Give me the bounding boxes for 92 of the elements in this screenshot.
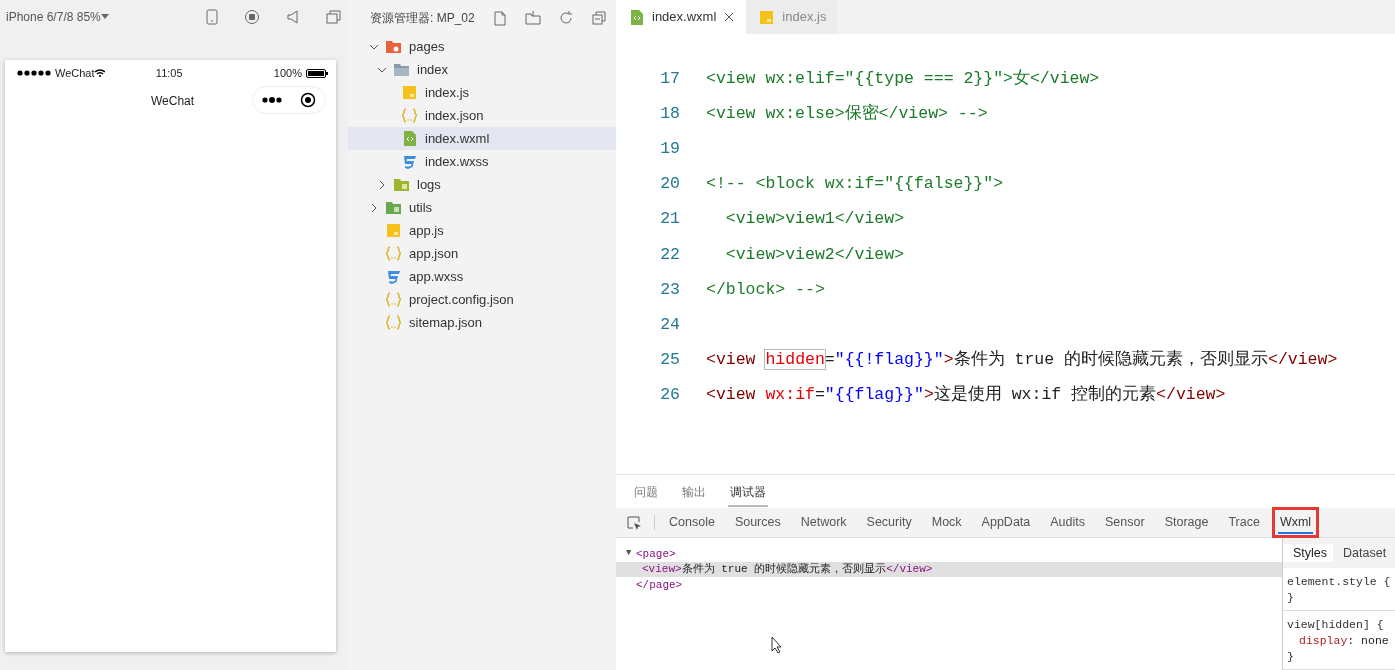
close-icon[interactable] xyxy=(724,12,735,23)
devtools-tab[interactable]: Wxml xyxy=(1272,508,1319,537)
nav-title: WeChat xyxy=(151,93,195,110)
more-icon[interactable] xyxy=(262,97,282,103)
panel-tab[interactable]: 问题 xyxy=(632,476,660,507)
code-line: <view wx:elif="{{type === 2}}">女</view> xyxy=(706,67,1100,90)
js-file-icon xyxy=(758,8,776,26)
signal-icon xyxy=(17,70,51,76)
close-target-icon[interactable] xyxy=(300,92,316,108)
folder-icon xyxy=(393,61,410,78)
css-rule: element.style { } xyxy=(1283,568,1395,611)
carrier-name: WeChat xyxy=(55,65,95,81)
new-file-icon[interactable] xyxy=(491,9,508,26)
tree-item[interactable]: index.wxss xyxy=(348,150,616,173)
tree-item[interactable]: app.js xyxy=(348,219,616,242)
chevron-right-icon[interactable] xyxy=(369,202,379,213)
mouse-cursor-icon xyxy=(771,636,783,654)
line-number: 24 xyxy=(659,313,680,336)
json-file-icon xyxy=(385,314,402,331)
devtools-tab[interactable]: Sources xyxy=(727,508,788,537)
panel-tab[interactable]: 输出 xyxy=(680,476,708,507)
json-file-icon xyxy=(385,245,402,262)
line-number: 17 xyxy=(659,67,680,90)
tree-item[interactable]: pages xyxy=(348,35,616,58)
tree-item[interactable]: app.wxss xyxy=(348,265,616,288)
js-file-icon xyxy=(401,84,418,101)
wxml-file-icon xyxy=(401,130,418,147)
tree-item[interactable]: index xyxy=(348,58,616,81)
line-number: 25 xyxy=(659,349,680,372)
panel-tab[interactable]: 调试器 xyxy=(728,476,768,507)
code-line: <view hidden="{{!flag}}">条件为 true 的时候隐藏元素，否则显示</view> xyxy=(706,349,1338,372)
css-file-icon xyxy=(401,153,418,170)
windows-icon[interactable] xyxy=(326,9,342,24)
code-line: <view wx:else>保密</view> --> xyxy=(706,102,988,125)
tree-item[interactable]: index.json xyxy=(348,104,616,127)
folder-icon xyxy=(385,38,402,55)
editor-tab[interactable]: index.wxml xyxy=(616,0,747,35)
css-rule: view[hidden] { display: none } xyxy=(1283,611,1395,670)
element-tree-row[interactable]: ▼ <page> xyxy=(616,546,1282,562)
json-file-icon xyxy=(401,107,418,124)
device-selector[interactable]: iPhone 6/7/8 85% xyxy=(6,7,101,26)
line-number: 18 xyxy=(659,102,680,125)
devtools-tab[interactable]: Console xyxy=(662,508,722,537)
code-line: <view>view1</view> xyxy=(724,208,905,231)
wifi-icon xyxy=(94,69,105,77)
code-line: <view>view2</view> xyxy=(724,243,905,266)
devtools-tab[interactable]: Network xyxy=(793,508,854,537)
tree-item[interactable]: index.wxml xyxy=(348,127,616,150)
tree-item[interactable]: sitemap.json xyxy=(348,311,616,334)
element-tree-row[interactable]: </page> xyxy=(616,577,1282,593)
dropdown-caret-icon[interactable] xyxy=(100,13,109,20)
folder-icon xyxy=(393,176,410,193)
inspect-icon[interactable] xyxy=(626,515,642,531)
line-number: 22 xyxy=(659,243,680,266)
code-line: <view wx:if="{{flag}}">这是使用 wx:if 控制的元素</view> xyxy=(706,384,1226,407)
line-number: 19 xyxy=(659,138,680,160)
code-line: <!-- <block wx:if="{{false}}"> xyxy=(706,173,1004,196)
js-file-icon xyxy=(385,222,402,239)
tree-item[interactable]: app.json xyxy=(348,242,616,265)
tree-item[interactable]: logs xyxy=(348,173,616,196)
line-number: 26 xyxy=(659,384,680,407)
status-time: 11:05 xyxy=(155,65,184,81)
collapse-all-icon[interactable] xyxy=(590,9,607,26)
new-folder-icon[interactable] xyxy=(524,9,541,26)
record-icon[interactable] xyxy=(244,8,260,25)
json-file-icon xyxy=(385,291,402,308)
line-number: 20 xyxy=(659,173,680,196)
element-tree-row[interactable]: <view>条件为 true 的时候隐藏元素，否则显示</view> xyxy=(616,561,1282,577)
tree-item[interactable]: index.js xyxy=(348,81,616,104)
explorer-title: 资源管理器: MP_02 xyxy=(370,9,475,27)
devtools-tab[interactable]: AppData xyxy=(974,508,1038,537)
battery-icon xyxy=(306,68,328,78)
wxml-file-icon xyxy=(628,8,645,26)
devtools-tab[interactable]: Audits xyxy=(1043,508,1092,537)
devtools-tab[interactable]: Mock xyxy=(924,508,969,537)
folder-icon xyxy=(385,199,402,216)
styles-tab[interactable]: Dataset xyxy=(1333,543,1393,563)
code-line: </block> --> xyxy=(706,278,825,301)
line-number: 23 xyxy=(659,278,680,301)
devtools-tab[interactable]: Security xyxy=(859,508,919,537)
css-file-icon xyxy=(385,268,402,285)
devtools-tab[interactable]: Storage xyxy=(1157,508,1216,537)
speaker-icon[interactable] xyxy=(286,9,300,24)
chevron-right-icon[interactable] xyxy=(377,179,387,190)
styles-tab[interactable]: Styles xyxy=(1283,543,1334,563)
refresh-icon[interactable] xyxy=(557,9,574,26)
battery-level: 100% xyxy=(273,65,302,81)
line-number: 21 xyxy=(659,208,680,231)
devtools-tab[interactable]: Trace xyxy=(1221,508,1267,537)
tree-item[interactable]: utils xyxy=(348,196,616,219)
tree-item[interactable]: project.config.json xyxy=(348,288,616,311)
devtools-tab[interactable]: Sensor xyxy=(1098,508,1152,537)
